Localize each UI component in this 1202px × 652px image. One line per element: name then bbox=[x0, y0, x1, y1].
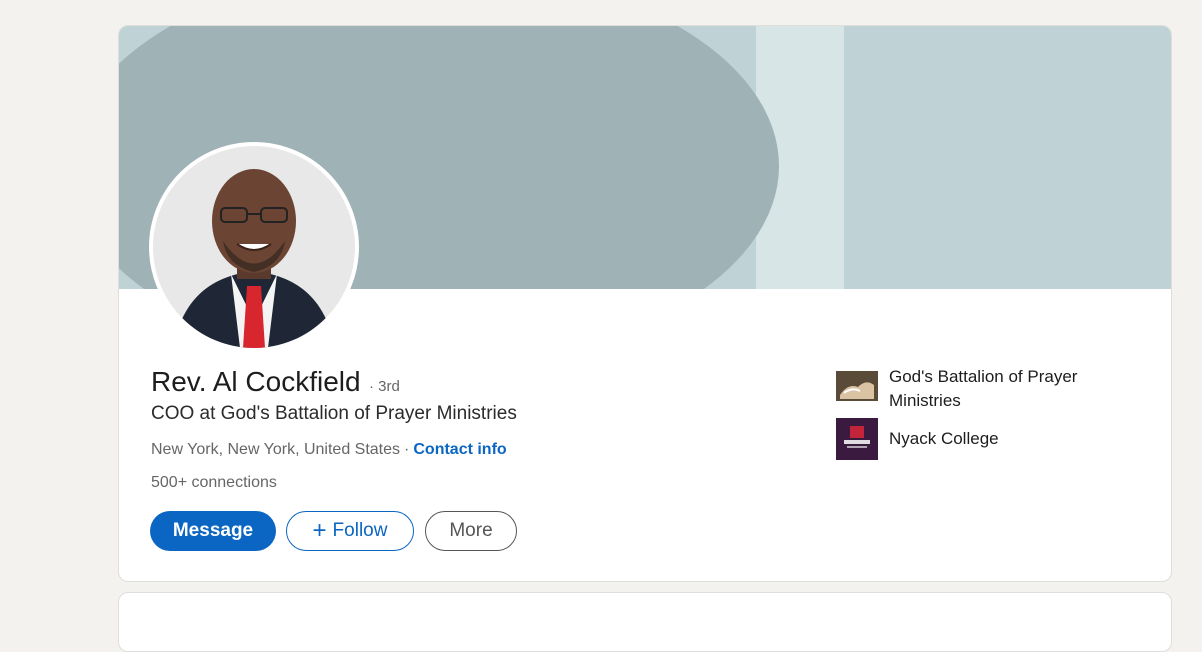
profile-location: New York, New York, United States bbox=[151, 441, 401, 458]
connections-count[interactable]: 500+ connections bbox=[151, 474, 277, 492]
plus-icon: + bbox=[312, 517, 327, 544]
more-label: More bbox=[449, 520, 493, 541]
separator: · bbox=[404, 441, 410, 458]
message-button[interactable]: Message bbox=[150, 511, 276, 551]
follow-button[interactable]: + Follow bbox=[286, 511, 414, 551]
org-item-gods-battalion[interactable]: God's Battalion of Prayer Ministries bbox=[836, 365, 1109, 413]
follow-label: Follow bbox=[332, 520, 388, 541]
profile-avatar[interactable] bbox=[149, 142, 359, 352]
alliance-university-logo-icon bbox=[836, 418, 878, 460]
message-label: Message bbox=[172, 520, 254, 541]
connection-degree: · 3rd bbox=[369, 378, 400, 395]
name-row: Rev. Al Cockfield · 3rd bbox=[151, 366, 400, 398]
more-button[interactable]: More bbox=[425, 511, 517, 551]
org-item-nyack-college[interactable]: Nyack College bbox=[836, 418, 1109, 460]
profile-name: Rev. Al Cockfield bbox=[151, 366, 361, 397]
praying-hands-icon bbox=[836, 365, 878, 407]
profile-location-row: New York, New York, United States · Contac… bbox=[151, 441, 507, 459]
next-section-card bbox=[118, 592, 1172, 652]
org-name: Nyack College bbox=[889, 429, 999, 448]
profile-card: Rev. Al Cockfield · 3rd COO at God's Bat… bbox=[118, 25, 1172, 582]
org-name: God's Battalion of Prayer Ministries bbox=[889, 367, 1078, 410]
contact-info-link[interactable]: Contact info bbox=[413, 441, 506, 458]
profile-headline: COO at God's Battalion of Prayer Ministr… bbox=[151, 403, 517, 424]
